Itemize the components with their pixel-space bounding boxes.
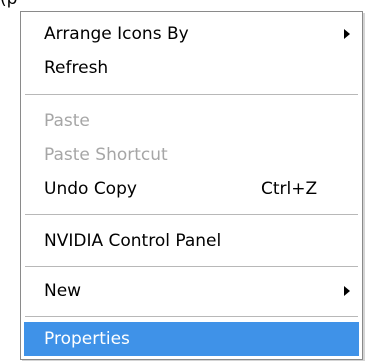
fragment-text: (p [0,0,17,9]
menu-item-label: Undo Copy [44,179,137,199]
menu-item-new[interactable]: New [24,274,359,308]
menu-item-label: Paste [44,111,90,131]
menu-item-nvidia-control-panel[interactable]: NVIDIA Control Panel [24,224,359,258]
menu-item-label: Paste Shortcut [44,145,168,165]
menu-item-label: Refresh [44,58,109,78]
submenu-arrow-icon [344,29,350,39]
menu-item-label: NVIDIA Control Panel [44,231,222,251]
menu-separator [25,316,358,317]
menu-item-label: Arrange Icons By [44,24,189,44]
context-menu: Arrange Icons By Refresh Paste Paste Sho… [20,11,363,360]
menu-item-undo-copy[interactable]: Undo Copy Ctrl+Z [24,172,359,206]
menu-separator [25,214,358,215]
menu-item-label: New [44,281,82,301]
menu-item-shortcut: Ctrl+Z [261,179,318,199]
menu-item-arrange-icons-by[interactable]: Arrange Icons By [24,17,359,51]
menu-item-refresh[interactable]: Refresh [24,51,359,85]
menu-item-properties[interactable]: Properties [24,322,359,356]
menu-item-paste: Paste [24,104,359,138]
menu-item-paste-shortcut: Paste Shortcut [24,138,359,172]
menu-separator [25,266,358,267]
menu-item-label: Properties [44,329,130,349]
partial-text-fragment: (p [0,0,50,10]
menu-separator [25,94,358,95]
submenu-arrow-icon [344,286,350,296]
